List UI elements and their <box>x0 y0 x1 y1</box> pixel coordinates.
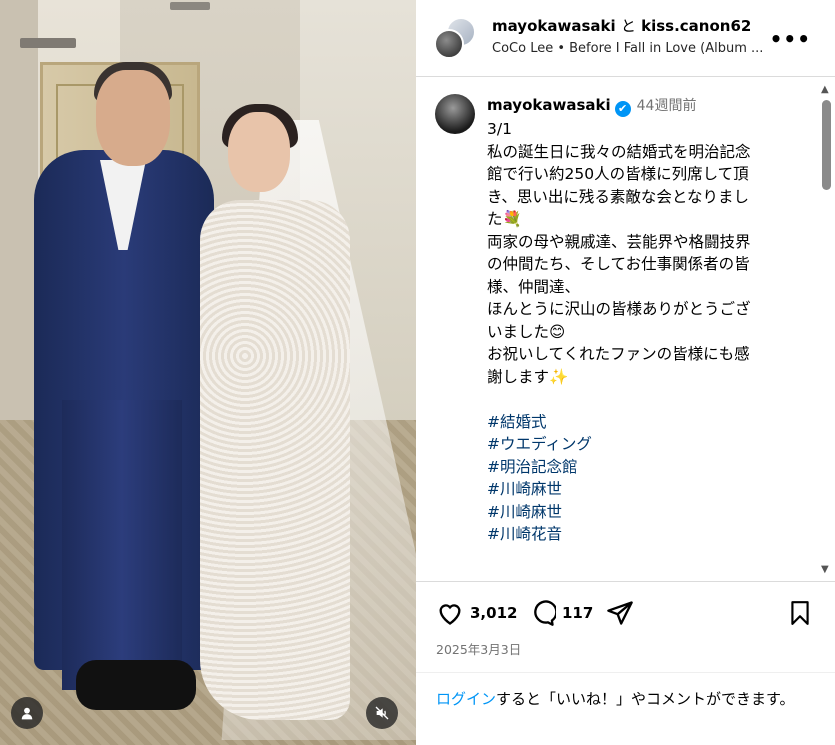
save-button[interactable] <box>787 599 813 627</box>
caption-username[interactable]: mayokawasaki <box>487 96 611 114</box>
authors-conjunction: と <box>620 17 636 35</box>
caption-line: 私の誕生日に我々の結婚式を明治記念 <box>487 142 751 161</box>
caption-line: 両家の母や親戚達、芸能界や格闘技界 <box>487 232 751 251</box>
login-prompt-text: すると「いいね！」やコメントができます。 <box>496 690 795 708</box>
caption-area: mayokawasaki ✔ 44週間前 3/1 私の誕生日に我々の結婚式を明治記念… <box>416 78 835 581</box>
bride-dress <box>200 200 350 720</box>
comment-count: 117 <box>562 604 594 622</box>
comment-button[interactable]: 117 <box>528 599 593 627</box>
divider <box>416 581 835 582</box>
hashtag-link[interactable]: #ウエディング <box>487 433 787 456</box>
caption-line: 館で行い約250人の皆様に列席して頂 <box>487 165 749 183</box>
caption-line: お祝いしてくれたファンの皆様にも感 <box>487 345 750 363</box>
scroll-up-arrow-icon[interactable]: ▲ <box>821 84 829 95</box>
login-prompt: ログインすると「いいね！」やコメントができます。 <box>436 688 816 710</box>
heart-icon <box>439 604 461 625</box>
muted-speaker-icon <box>375 706 389 720</box>
author-link[interactable]: kiss.canon62 <box>641 17 751 35</box>
caption-line: 3/1 <box>487 120 512 138</box>
comment-bubble-icon <box>534 600 556 626</box>
hashtag-link[interactable]: #川崎麻世 <box>487 478 787 501</box>
groom-trousers <box>62 400 182 690</box>
post-time[interactable]: 44週間前 <box>637 98 697 114</box>
share-button[interactable] <box>606 599 634 627</box>
scrollbar-thumb[interactable] <box>822 100 831 190</box>
groom-face <box>96 70 170 166</box>
caption-line: き、思い出に残る素敵な会となりまし <box>487 187 749 206</box>
avatar <box>434 29 464 59</box>
post-date[interactable]: 2025年3月3日 <box>436 639 521 658</box>
person-icon <box>21 707 33 720</box>
verified-badge-icon: ✔ <box>614 101 631 117</box>
post-authors: mayokawasaki と kiss.canon62 <box>492 15 751 36</box>
caption-line: 様、仲間達、 <box>487 277 581 296</box>
collab-avatars[interactable] <box>434 17 476 59</box>
post-side-panel: mayokawasaki と kiss.canon62 CoCo Lee • B… <box>416 0 835 745</box>
post-header: mayokawasaki と kiss.canon62 CoCo Lee • B… <box>416 0 835 77</box>
bride-face <box>228 112 290 192</box>
action-bar: 3,012 117 <box>416 597 835 633</box>
like-count[interactable]: 3,012 <box>470 604 517 622</box>
bookmark-icon <box>791 601 809 625</box>
caption-line: の仲間たち、そしてお仕事関係者の皆 <box>487 255 750 273</box>
login-link[interactable]: ログイン <box>436 690 496 708</box>
photo-ceiling-light <box>20 38 76 48</box>
tagged-users-button[interactable] <box>11 697 43 729</box>
hashtag-link[interactable]: #結婚式 <box>487 411 787 434</box>
caption-line: た💐 <box>487 210 522 228</box>
paper-plane-icon <box>607 601 633 625</box>
caption-text: 3/1 私の誕生日に我々の結婚式を明治記念 館で行い約250人の皆様に列席して頂… <box>487 118 787 546</box>
groom-shoes <box>76 660 196 710</box>
caption-line: 謝します✨ <box>487 367 569 386</box>
more-options-icon[interactable]: ••• <box>770 27 811 51</box>
caption-line: ほんとうに沢山の皆様ありがとうござ <box>487 300 751 318</box>
music-label[interactable]: CoCo Lee • Before I Fall in Love (Album … <box>492 41 782 56</box>
divider <box>416 672 835 673</box>
photo-ceiling-light <box>170 2 210 10</box>
hashtag-link[interactable]: #明治記念館 <box>487 456 787 479</box>
caption-line: いました😊 <box>487 322 566 341</box>
author-link[interactable]: mayokawasaki <box>492 17 616 35</box>
mute-button[interactable] <box>366 697 398 729</box>
hashtag-link[interactable]: #川崎花音 <box>487 523 787 546</box>
scroll-down-arrow-icon[interactable]: ▼ <box>821 564 829 575</box>
caption-scrollbar[interactable]: ▲ ▼ <box>817 78 835 581</box>
hashtag-link[interactable]: #川崎麻世 <box>487 501 787 524</box>
caption-header: mayokawasaki ✔ 44週間前 <box>487 95 696 117</box>
post-photo[interactable] <box>0 0 416 745</box>
avatar[interactable] <box>435 94 475 134</box>
like-button[interactable]: 3,012 <box>436 599 517 627</box>
